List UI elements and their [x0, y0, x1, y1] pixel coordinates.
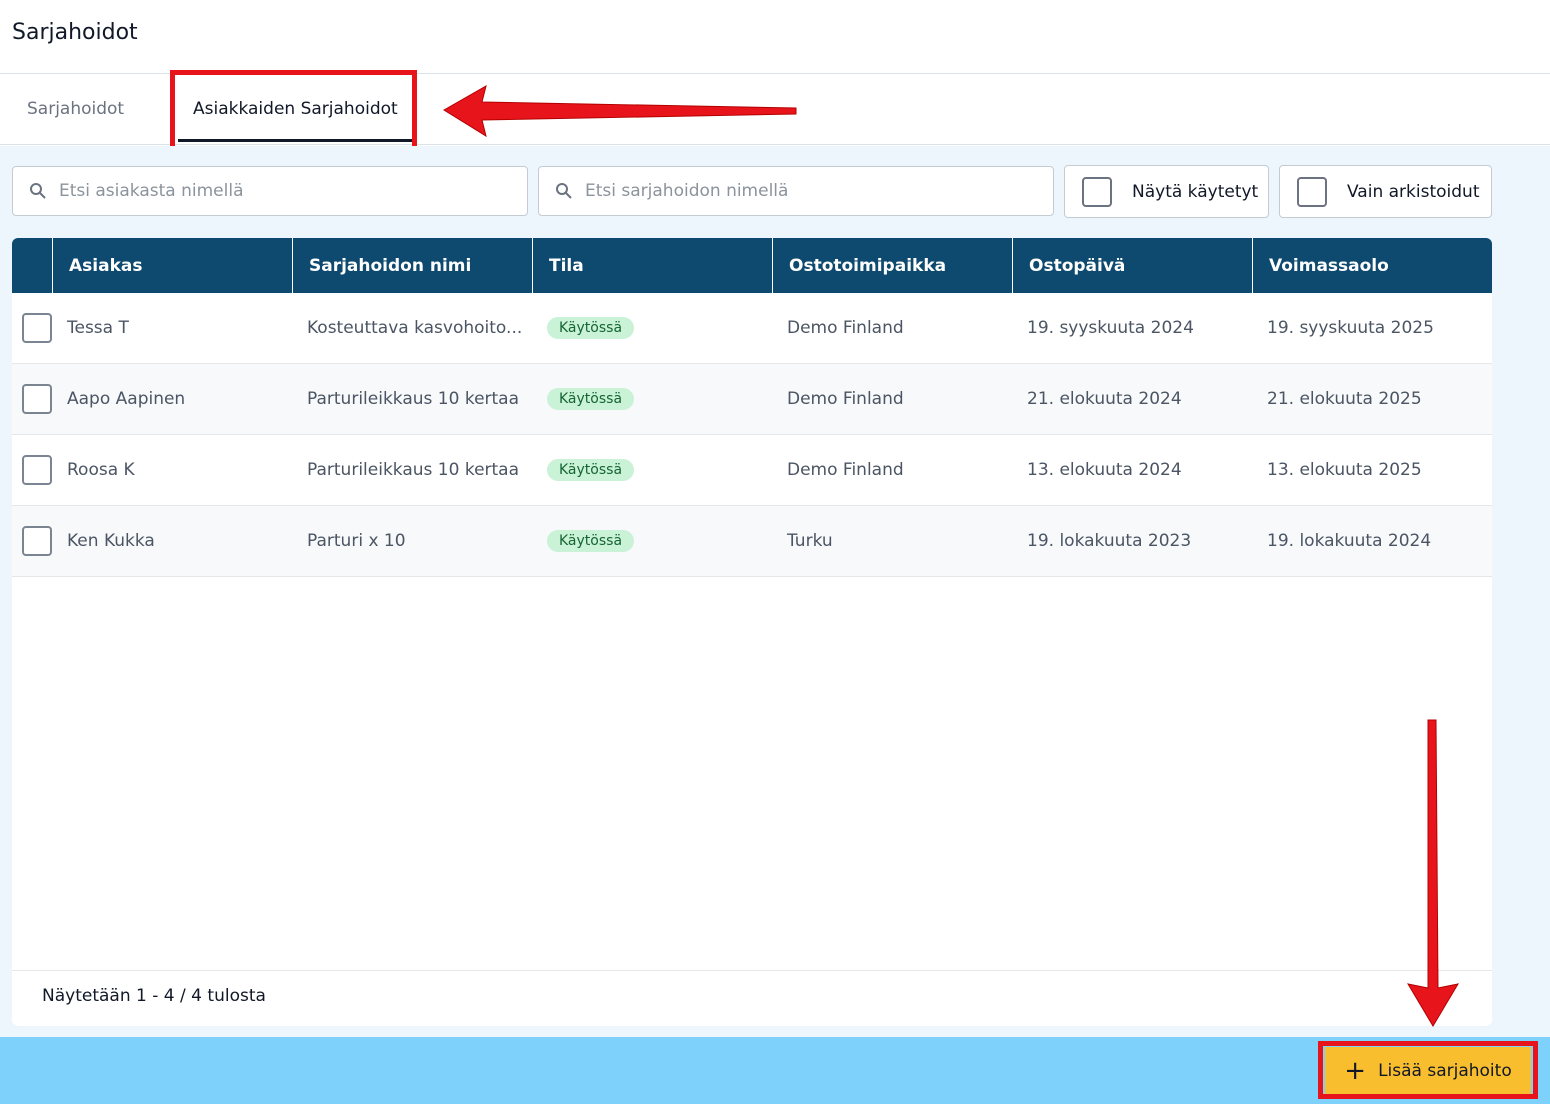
pagination-summary: Näytetään 1 - 4 / 4 tulosta	[42, 986, 266, 1006]
pagination-to: 4	[163, 986, 175, 1006]
table-row[interactable]: Tessa T Kosteuttava kasvohoito... Käytös…	[12, 293, 1492, 364]
bottom-action-bar	[0, 1037, 1550, 1104]
cell-valid-until: 19. syyskuuta 2025	[1267, 318, 1434, 338]
pagination-from: 1	[136, 986, 147, 1006]
row-checkbox[interactable]	[22, 313, 52, 343]
cell-purchase-date: 19. syyskuuta 2024	[1027, 318, 1194, 338]
pagination-dash: -	[152, 986, 159, 1006]
plus-icon: +	[1344, 1055, 1367, 1086]
show-used-label: Näytä käytetyt	[1132, 181, 1259, 202]
customer-search-input[interactable]	[59, 181, 499, 201]
header-sarjahoidon-nimi[interactable]: Sarjahoidon nimi	[292, 238, 532, 293]
only-archived-label: Vain arkistoidut	[1347, 181, 1480, 202]
cell-location: Demo Finland	[787, 460, 904, 480]
table-header: Asiakas Sarjahoidon nimi Tila Ostotoimip…	[12, 238, 1492, 293]
row-checkbox[interactable]	[22, 384, 52, 414]
table-row[interactable]: Ken Kukka Parturi x 10 Käytössä Turku 19…	[12, 506, 1492, 577]
tab-asiakkaiden-sarjahoidot[interactable]: Asiakkaiden Sarjahoidot	[178, 74, 413, 144]
tab-sarjahoidot[interactable]: Sarjahoidot	[27, 74, 124, 144]
header-ostopaiva[interactable]: Ostopäivä	[1012, 238, 1252, 293]
cell-purchase-date: 21. elokuuta 2024	[1027, 389, 1182, 409]
status-badge: Käytössä	[547, 459, 635, 481]
pagination-prefix: Näytetään	[42, 986, 131, 1006]
table-row[interactable]: Aapo Aapinen Parturileikkaus 10 kertaa K…	[12, 364, 1492, 435]
add-series-label: Lisää sarjahoito	[1378, 1060, 1512, 1081]
cell-series: Parturileikkaus 10 kertaa	[307, 389, 520, 409]
cell-status: Käytössä	[532, 293, 772, 363]
header-voimassaolo[interactable]: Voimassaolo	[1252, 238, 1492, 293]
cell-location: Turku	[787, 531, 833, 551]
cell-valid-until: 21. elokuuta 2025	[1267, 389, 1422, 409]
page-title: Sarjahoidot	[12, 20, 138, 45]
show-used-toggle[interactable]: Näytä käytetyt	[1064, 165, 1269, 218]
cell-valid-until: 13. elokuuta 2025	[1267, 460, 1422, 480]
header-asiakas[interactable]: Asiakas	[52, 238, 292, 293]
cell-series: Parturi x 10	[307, 531, 406, 551]
pagination-suffix: tulosta	[207, 986, 266, 1006]
search-icon	[30, 183, 46, 199]
tab-bar: Sarjahoidot Asiakkaiden Sarjahoidot	[0, 74, 1550, 145]
cell-status: Käytössä	[532, 506, 772, 576]
cell-customer: Ken Kukka	[67, 531, 155, 551]
cell-location: Demo Finland	[787, 318, 904, 338]
cell-purchase-date: 13. elokuuta 2024	[1027, 460, 1182, 480]
only-archived-checkbox[interactable]	[1297, 176, 1327, 207]
add-series-button[interactable]: + Lisää sarjahoito	[1325, 1047, 1531, 1094]
row-checkbox[interactable]	[22, 455, 52, 485]
app-header: Sarjahoidot	[0, 0, 1550, 74]
series-search-field[interactable]	[538, 166, 1054, 216]
only-archived-toggle[interactable]: Vain arkistoidut	[1279, 165, 1492, 218]
show-used-checkbox[interactable]	[1082, 176, 1112, 207]
pagination-total: 4	[191, 986, 202, 1006]
customer-search-field[interactable]	[12, 166, 528, 216]
header-select-column	[12, 238, 52, 293]
header-tila[interactable]: Tila	[532, 238, 772, 293]
pagination-slash: /	[180, 986, 186, 1006]
cell-valid-until: 19. lokakuuta 2024	[1267, 531, 1432, 551]
cell-series: Parturileikkaus 10 kertaa	[307, 460, 520, 480]
cell-customer: Aapo Aapinen	[67, 389, 186, 409]
status-badge: Käytössä	[547, 388, 635, 410]
cell-purchase-date: 19. lokakuuta 2023	[1027, 531, 1192, 551]
status-badge: Käytössä	[547, 530, 635, 552]
table-row[interactable]: Roosa K Parturileikkaus 10 kertaa Käytös…	[12, 435, 1492, 506]
header-ostotoimipaikka[interactable]: Ostotoimipaikka	[772, 238, 1012, 293]
status-badge: Käytössä	[547, 317, 635, 339]
search-icon	[556, 183, 572, 199]
cell-status: Käytössä	[532, 364, 772, 434]
table-footer-divider	[12, 970, 1492, 971]
cell-status: Käytössä	[532, 435, 772, 505]
cell-series: Kosteuttava kasvohoito...	[307, 318, 522, 338]
series-table: Asiakas Sarjahoidon nimi Tila Ostotoimip…	[12, 238, 1492, 1026]
cell-customer: Tessa T	[67, 318, 129, 338]
cell-location: Demo Finland	[787, 389, 904, 409]
series-search-input[interactable]	[585, 181, 1025, 201]
cell-customer: Roosa K	[67, 460, 135, 480]
row-checkbox[interactable]	[22, 526, 52, 556]
